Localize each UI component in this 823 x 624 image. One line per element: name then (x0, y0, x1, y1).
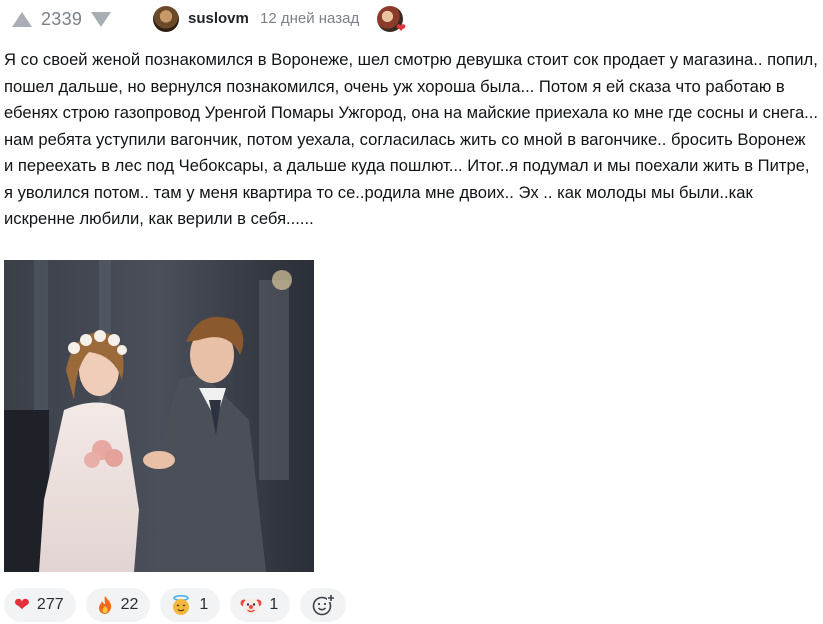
angel-face-icon (170, 594, 192, 616)
comment-header: 2339 suslovm 12 дней назад ❤ (0, 0, 823, 38)
reaction-count: 1 (269, 596, 279, 613)
arrow-down-icon[interactable] (91, 11, 112, 27)
comment-body: Я со своей женой познакомился в Воронеже… (4, 50, 818, 228)
reaction-heart[interactable]: ❤ 277 (4, 588, 76, 622)
clown-face-icon (240, 594, 262, 616)
reaction-count: 22 (120, 596, 139, 613)
username[interactable]: suslovm (188, 10, 249, 27)
rating-count: 2339 (41, 8, 83, 29)
timestamp[interactable]: 12 дней назад (260, 10, 359, 27)
fire-icon (96, 595, 114, 615)
reaction-fire[interactable]: 22 (85, 588, 151, 622)
comment-photo[interactable] (4, 260, 314, 572)
heart-badge-icon: ❤ (395, 21, 406, 35)
vote-widget: 2339 (12, 6, 112, 32)
avatar[interactable] (153, 6, 179, 32)
reaction-angel[interactable]: 1 (160, 588, 221, 622)
reaction-count: 1 (199, 596, 209, 613)
arrow-up-icon[interactable] (12, 11, 32, 27)
reaction-clown[interactable]: 1 (230, 588, 291, 622)
reactions-bar: ❤ 277 22 1 1 (4, 588, 347, 624)
reaction-count: 277 (36, 596, 64, 613)
add-reaction-button[interactable] (300, 588, 347, 622)
wedding-photo-image (4, 260, 314, 572)
add-emoji-icon (312, 594, 336, 616)
user-badge: ❤ (377, 6, 406, 35)
heart-icon: ❤ (14, 594, 30, 616)
